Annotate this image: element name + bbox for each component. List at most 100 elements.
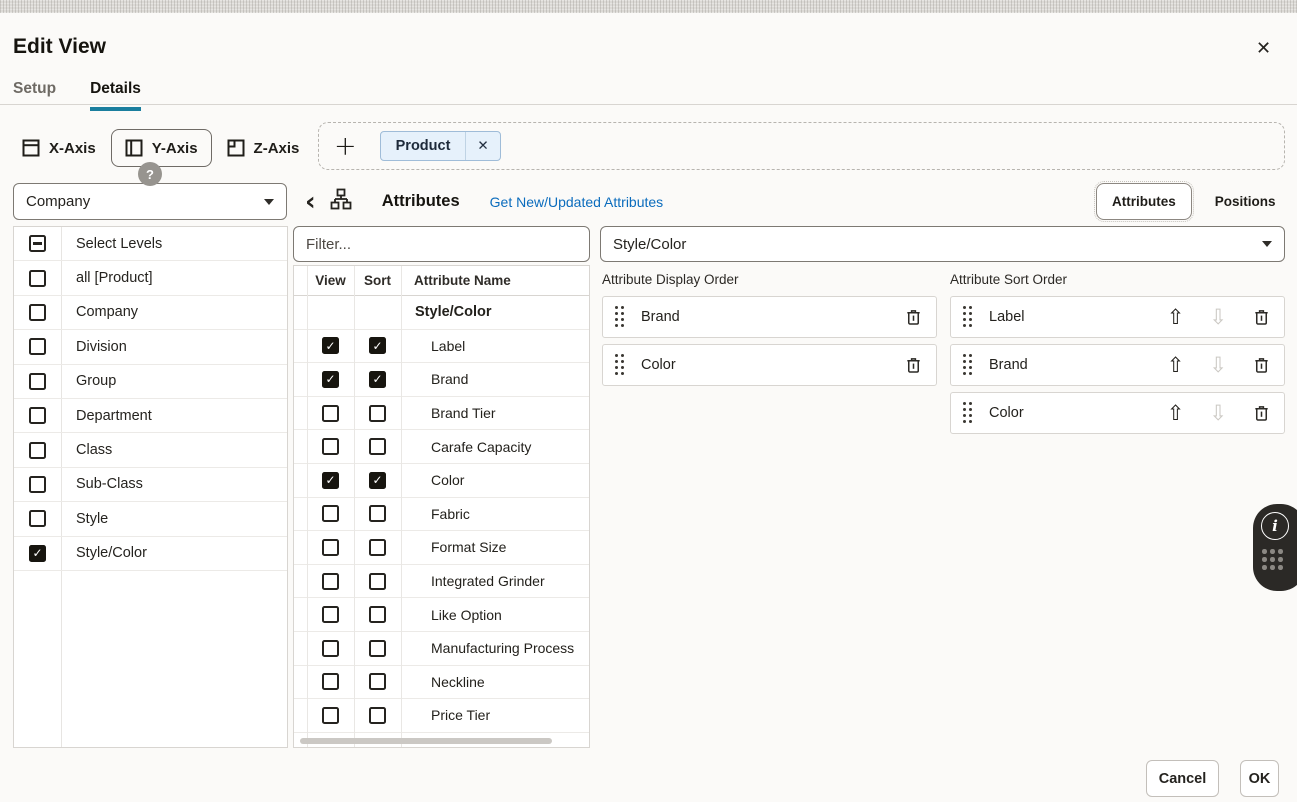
list-item[interactable]: Class <box>14 433 287 467</box>
list-item[interactable]: Division <box>14 330 287 364</box>
view-checkbox[interactable] <box>322 673 339 690</box>
level-checkbox[interactable] <box>29 304 46 321</box>
table-row[interactable]: Price Tier <box>294 699 589 733</box>
level-checkbox[interactable] <box>29 510 46 527</box>
list-item[interactable]: all [Product] <box>14 261 287 295</box>
table-row[interactable]: Integrated Grinder <box>294 565 589 599</box>
level-checkbox[interactable] <box>29 373 46 390</box>
get-updated-attributes-link[interactable]: Get New/Updated Attributes <box>490 194 664 210</box>
trash-icon[interactable] <box>904 308 923 327</box>
table-row[interactable]: Fabric <box>294 498 589 532</box>
sort-order-item[interactable]: Label ⇧ ⇩ <box>950 296 1285 338</box>
z-axis-button[interactable]: Z-Axis <box>221 139 306 157</box>
view-checkbox[interactable] <box>322 438 339 455</box>
back-chevron-icon[interactable]: ‹ <box>305 192 316 212</box>
info-icon[interactable]: i <box>1261 512 1289 540</box>
display-order-item[interactable]: Brand <box>602 296 937 338</box>
display-order-item[interactable]: Color <box>602 344 937 386</box>
view-checkbox[interactable] <box>322 606 339 623</box>
sort-checkbox[interactable] <box>369 539 386 556</box>
sort-checkbox[interactable] <box>369 371 386 388</box>
sort-checkbox[interactable] <box>369 438 386 455</box>
add-hierarchy-button[interactable]: + <box>334 133 357 160</box>
level-checkbox[interactable] <box>29 545 46 562</box>
sort-checkbox[interactable] <box>369 505 386 522</box>
drag-handle-icon[interactable] <box>963 306 974 329</box>
trash-icon[interactable] <box>904 356 923 375</box>
x-axis-button[interactable]: X-Axis <box>16 139 102 157</box>
hierarchy-chip-product[interactable]: Product ✕ <box>380 131 501 161</box>
trash-icon[interactable] <box>1252 308 1271 327</box>
close-icon[interactable]: ✕ <box>1256 38 1271 59</box>
sort-checkbox[interactable] <box>369 673 386 690</box>
level-checkbox[interactable] <box>29 235 46 252</box>
table-row[interactable]: Label <box>294 330 589 364</box>
trash-icon[interactable] <box>1252 404 1271 423</box>
level-checkbox[interactable] <box>29 270 46 287</box>
sort-checkbox[interactable] <box>369 707 386 724</box>
sort-checkbox[interactable] <box>369 337 386 354</box>
filter-input[interactable] <box>293 226 590 262</box>
table-row[interactable]: Color <box>294 464 589 498</box>
drag-handle-icon[interactable] <box>963 354 974 377</box>
list-item[interactable]: Department <box>14 399 287 433</box>
cancel-button[interactable]: Cancel <box>1146 760 1219 797</box>
sort-checkbox[interactable] <box>369 573 386 590</box>
hierarchy-tree-icon[interactable] <box>330 188 352 215</box>
view-checkbox[interactable] <box>322 640 339 657</box>
list-item[interactable]: Company <box>14 296 287 330</box>
attribute-group-dropdown[interactable]: Style/Color <box>600 226 1285 262</box>
view-checkbox[interactable] <box>322 337 339 354</box>
app-grid-icon[interactable] <box>1262 549 1283 570</box>
move-up-icon[interactable]: ⇧ <box>1167 403 1185 424</box>
y-axis-button[interactable]: Y-Axis <box>111 129 212 167</box>
table-row[interactable]: Brand Tier <box>294 397 589 431</box>
level-hierarchy-dropdown[interactable]: Company <box>13 183 287 220</box>
drag-handle-icon[interactable] <box>615 306 626 329</box>
tab-details[interactable]: Details <box>90 80 141 111</box>
move-up-icon[interactable]: ⇧ <box>1167 355 1185 376</box>
chip-remove-icon[interactable]: ✕ <box>466 132 499 160</box>
move-down-icon[interactable]: ⇩ <box>1209 355 1227 376</box>
level-checkbox[interactable] <box>29 476 46 493</box>
horizontal-scrollbar[interactable] <box>300 738 552 744</box>
view-checkbox[interactable] <box>322 539 339 556</box>
move-down-icon[interactable]: ⇩ <box>1209 307 1227 328</box>
table-row[interactable]: Format Size <box>294 531 589 565</box>
drag-handle-icon[interactable] <box>963 402 974 425</box>
table-row[interactable]: Neckline <box>294 666 589 700</box>
toggle-positions-button[interactable]: Positions <box>1200 184 1291 219</box>
sort-order-item[interactable]: Brand ⇧ ⇩ <box>950 344 1285 386</box>
view-checkbox[interactable] <box>322 707 339 724</box>
sort-checkbox[interactable] <box>369 640 386 657</box>
view-checkbox[interactable] <box>322 405 339 422</box>
hierarchy-chip-dropzone[interactable]: + Product ✕ <box>318 122 1285 170</box>
move-down-icon[interactable]: ⇩ <box>1209 403 1227 424</box>
table-row[interactable]: Brand <box>294 363 589 397</box>
table-row[interactable]: Like Option <box>294 598 589 632</box>
table-row[interactable]: Style/Color <box>294 296 589 330</box>
tab-setup[interactable]: Setup <box>13 80 56 111</box>
list-item[interactable]: Style <box>14 502 287 536</box>
sort-checkbox[interactable] <box>369 606 386 623</box>
ok-button[interactable]: OK <box>1240 760 1279 797</box>
list-item[interactable]: Group <box>14 365 287 399</box>
list-item[interactable]: Select Levels <box>14 227 287 261</box>
view-checkbox[interactable] <box>322 505 339 522</box>
sort-order-item[interactable]: Color ⇧ ⇩ <box>950 392 1285 434</box>
view-checkbox[interactable] <box>322 371 339 388</box>
sort-checkbox[interactable] <box>369 472 386 489</box>
level-checkbox[interactable] <box>29 338 46 355</box>
floating-help-widget[interactable]: i <box>1253 504 1297 591</box>
view-checkbox[interactable] <box>322 573 339 590</box>
level-checkbox[interactable] <box>29 407 46 424</box>
table-row[interactable]: Carafe Capacity <box>294 430 589 464</box>
level-checkbox[interactable] <box>29 442 46 459</box>
help-question-badge[interactable]: ? <box>138 162 162 186</box>
table-row[interactable]: Manufacturing Process <box>294 632 589 666</box>
sort-checkbox[interactable] <box>369 405 386 422</box>
toggle-attributes-button[interactable]: Attributes <box>1096 183 1192 220</box>
drag-handle-icon[interactable] <box>615 354 626 377</box>
list-item[interactable]: Sub-Class <box>14 468 287 502</box>
move-up-icon[interactable]: ⇧ <box>1167 307 1185 328</box>
